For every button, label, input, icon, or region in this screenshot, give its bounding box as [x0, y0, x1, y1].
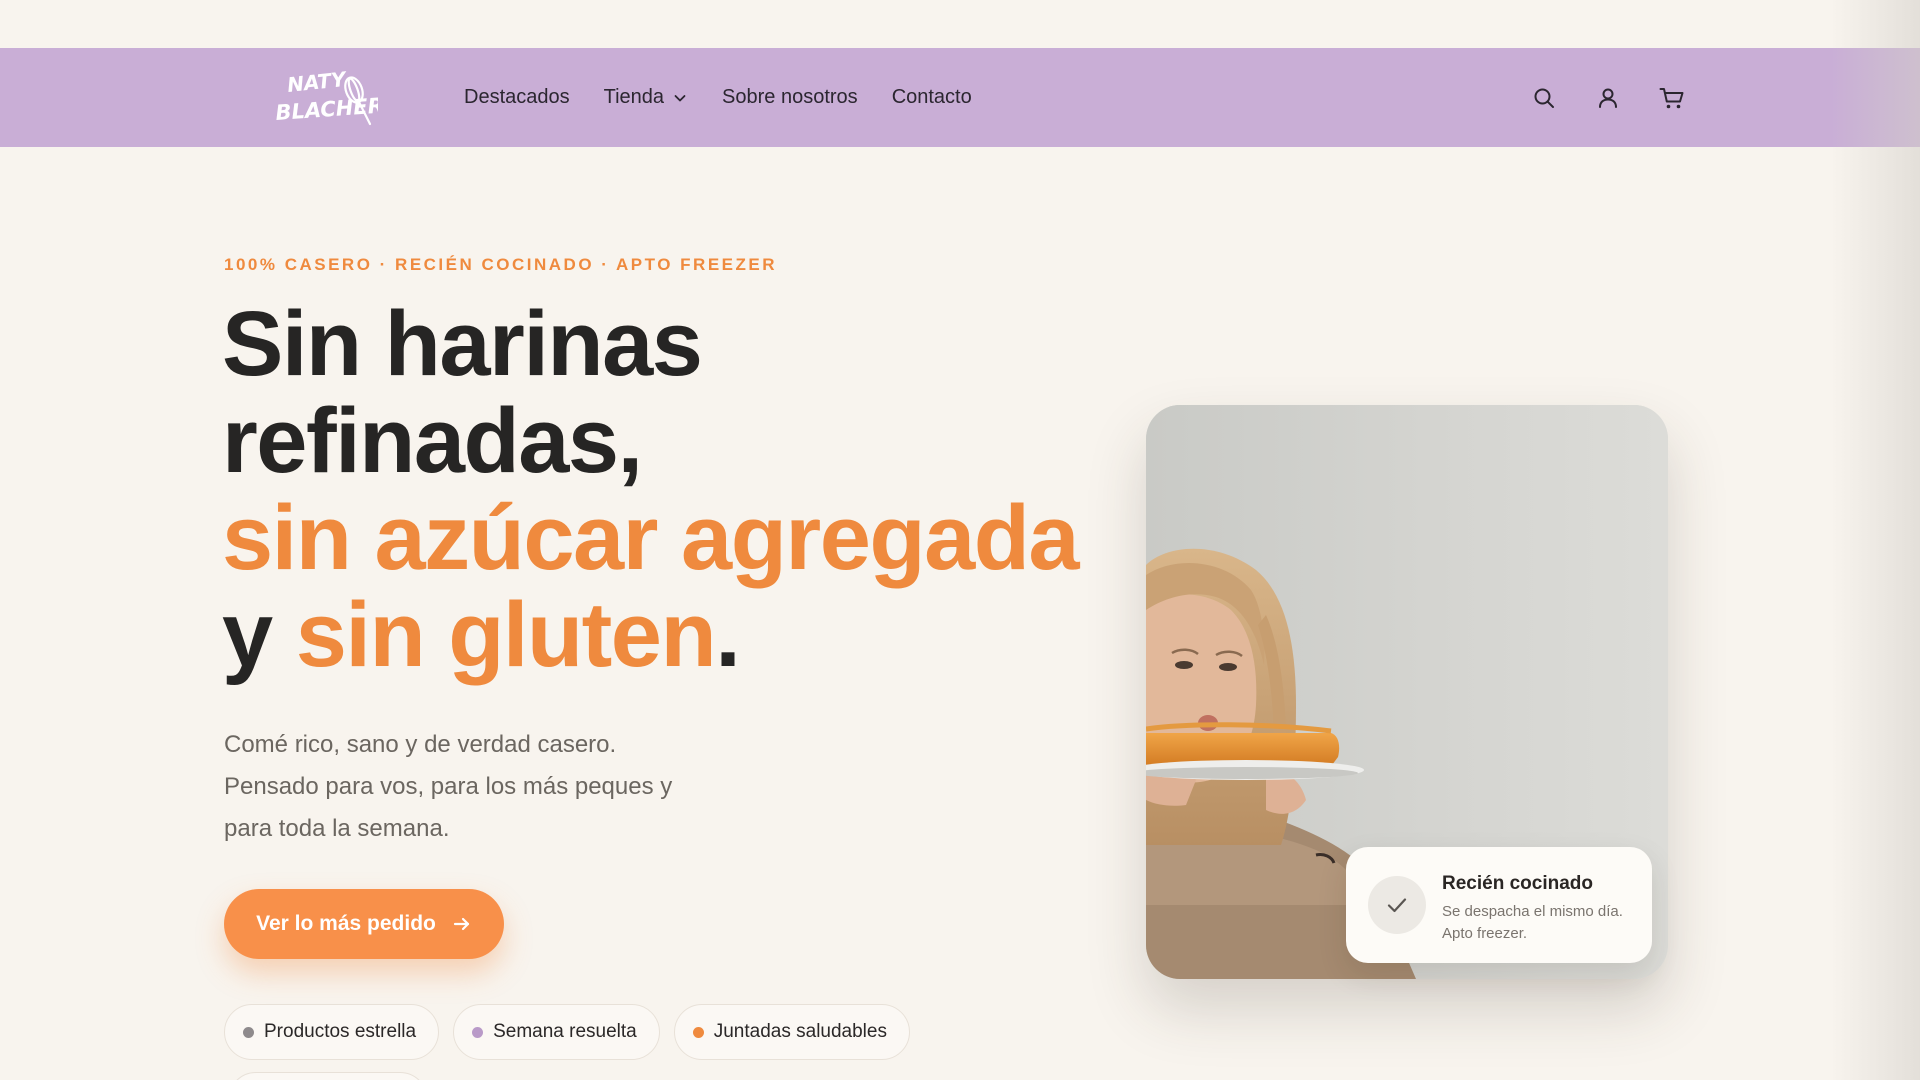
headline-line-accent: sin azúcar agregada — [222, 487, 1080, 589]
nav-label: Contacto — [891, 86, 972, 108]
nav-label: Destacados — [464, 86, 570, 108]
chip-semana-resuelta[interactable]: Semana resuelta — [453, 1004, 660, 1060]
fresh-badge: Recién cocinado Se despacha el mismo día… — [1346, 847, 1652, 963]
headline-accent: sin gluten — [295, 584, 717, 686]
headline-suffix: . — [715, 584, 741, 686]
hero-eyebrow: 100% CASERO · RECIÉN COCINADO · APTO FRE… — [224, 255, 778, 274]
cta-button[interactable]: Ver lo más pedido — [224, 889, 504, 959]
nav-item-sobre-nosotros[interactable]: Sobre nosotros — [722, 86, 858, 109]
headline-line: Sin harinas — [222, 293, 703, 395]
chip-juntadas-saludables[interactable]: Juntadas saludables — [673, 1004, 910, 1060]
badge-description: Se despacha el mismo día. Apto freezer. — [1442, 903, 1623, 942]
nav-label: Tienda — [603, 86, 665, 108]
check-icon — [1368, 876, 1426, 934]
nav-item-tienda[interactable]: Tienda — [604, 86, 688, 109]
chip-productos-estrella[interactable]: Productos estrella — [224, 1004, 440, 1060]
chip-dot — [692, 1026, 704, 1038]
nav-item-destacados[interactable]: Destacados — [464, 86, 570, 109]
header-actions — [1531, 48, 1685, 147]
site-header: NATY BLACHER Destacados Tienda Sobre nos… — [0, 48, 1920, 147]
nav-item-contacto[interactable]: Contacto — [892, 86, 972, 109]
brand-logo[interactable]: NATY BLACHER — [274, 67, 385, 128]
svg-text:NATY: NATY — [286, 68, 349, 97]
page: NATY BLACHER Destacados Tienda Sobre nos… — [0, 0, 1920, 1080]
chip-cut-off[interactable] — [228, 1072, 428, 1080]
chevron-down-icon — [674, 94, 686, 101]
headline-line: refinadas, — [222, 390, 643, 492]
nav-label: Sobre nosotros — [722, 86, 858, 108]
main-nav: Destacados Tienda Sobre nosotros Contact… — [464, 48, 972, 147]
category-chips: Productos estrella Semana resuelta Junta… — [224, 1004, 910, 1060]
arrow-right-icon — [453, 917, 469, 931]
hero-subtext: Comé rico, sano y de verdad casero. Pens… — [224, 724, 784, 850]
subtext-line: Pensado para vos, para los más peques y — [224, 773, 673, 800]
chip-dot — [472, 1026, 484, 1038]
edge-shadow — [1830, 0, 1920, 1080]
chip-label: Juntadas saludables — [713, 1021, 887, 1042]
search-icon[interactable] — [1531, 85, 1557, 111]
chip-dot — [243, 1026, 254, 1038]
chip-label: Productos estrella — [264, 1021, 417, 1042]
badge-title: Recién cocinado — [1442, 873, 1593, 894]
user-icon[interactable] — [1595, 85, 1621, 111]
cart-icon[interactable] — [1659, 85, 1685, 111]
subtext-line: Comé rico, sano y de verdad casero. — [224, 731, 617, 758]
chip-label: Semana resuelta — [493, 1021, 637, 1042]
hero-headline: Sin harinas refinadas, sin azúcar agrega… — [222, 296, 1122, 684]
subtext-line: para toda la semana. — [224, 815, 450, 842]
headline-line: y sin gluten. — [222, 587, 1122, 684]
cta-label: Ver lo más pedido — [256, 912, 436, 935]
headline-prefix: y — [222, 584, 296, 686]
